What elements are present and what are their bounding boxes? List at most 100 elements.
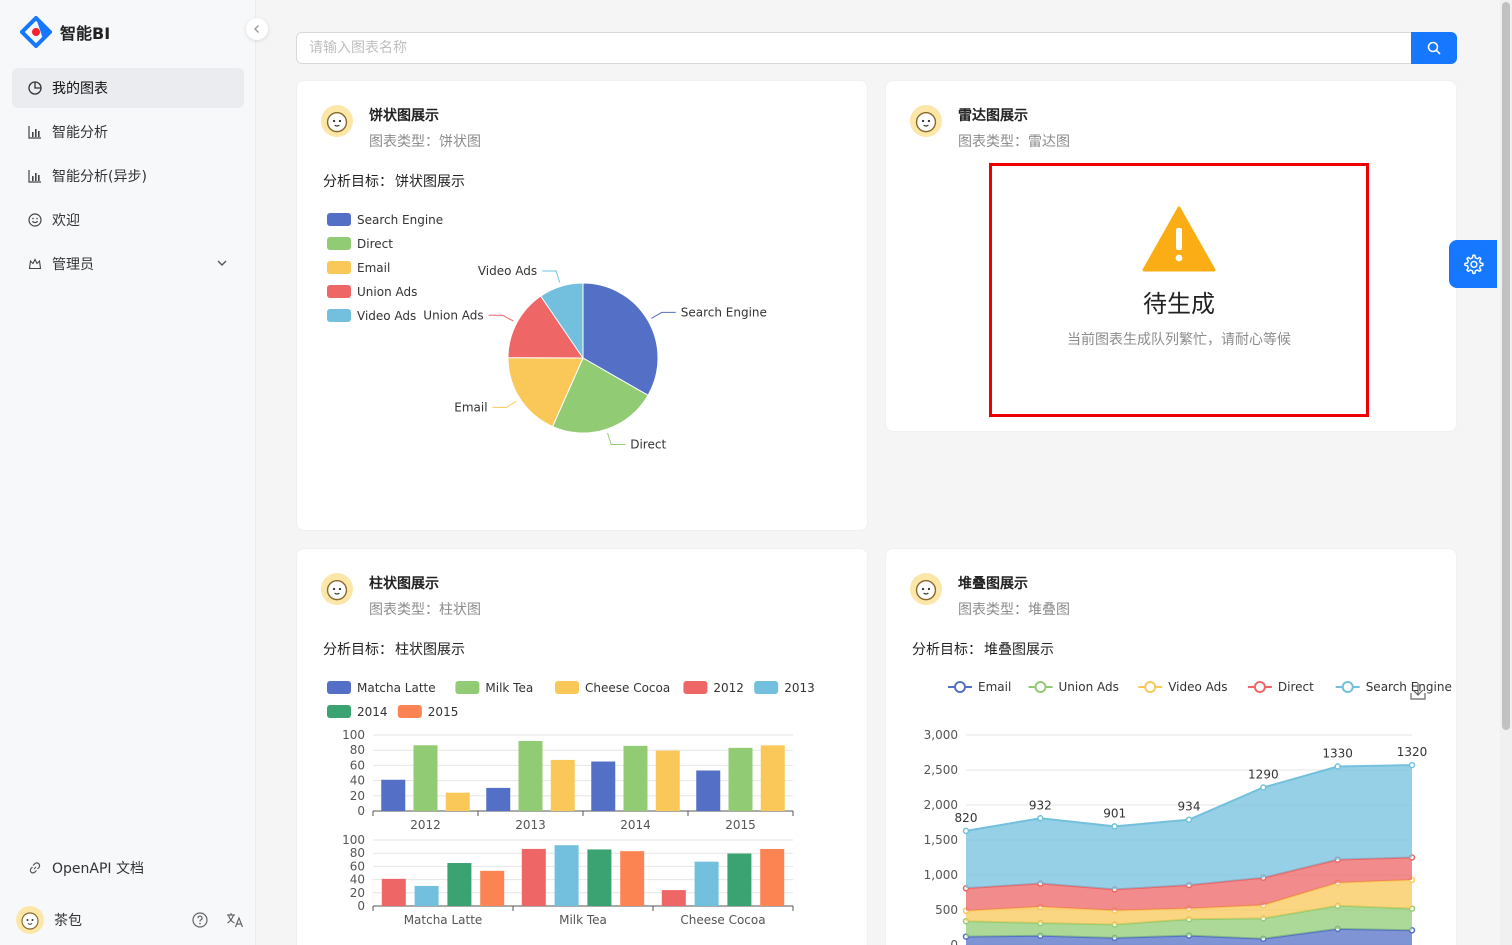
search-input[interactable] [296, 32, 1411, 64]
y-tick-label: 0 [357, 804, 365, 818]
legend-label: 2015 [428, 705, 459, 719]
link-icon [29, 862, 41, 874]
chart-card-radar: 雷达图展示 图表类型：雷达图 待生成 当前图表生成队列繁忙，请耐心等候 [885, 80, 1457, 432]
search-button[interactable] [1411, 32, 1457, 64]
bar [694, 861, 719, 906]
legend-label: 2012 [713, 681, 744, 695]
bar [623, 745, 648, 811]
avatar-icon [21, 912, 39, 930]
collapse-sidebar-button[interactable] [246, 18, 268, 40]
legend-label: Union Ads [1059, 680, 1119, 694]
data-label: 934 [1178, 800, 1201, 814]
pie-chart-icon [28, 81, 42, 95]
sidebar-item-label: 智能分析(异步) [52, 169, 147, 185]
pie-label: Search Engine [681, 305, 767, 319]
x-tick-label: Milk Tea [559, 913, 607, 927]
avatar [910, 105, 942, 137]
bar [381, 779, 406, 811]
brand-logo[interactable]: 智能BI [20, 16, 110, 48]
bar [486, 787, 511, 811]
search-icon [1427, 41, 1441, 55]
bar [413, 745, 438, 811]
pie-label: Direct [630, 438, 666, 452]
legend-swatch [327, 237, 351, 250]
bar [696, 770, 721, 811]
scrollbar-thumb[interactable] [1502, 2, 1510, 730]
bar [760, 848, 785, 906]
user-name[interactable]: 茶包 [54, 910, 82, 930]
y-tick-label: 0 [950, 938, 958, 945]
y-tick-label: 20 [350, 789, 365, 803]
sidebar-item-label: 管理员 [52, 257, 94, 273]
y-tick-label: 0 [357, 899, 365, 913]
legend-marker [1253, 681, 1266, 693]
legend-swatch [327, 213, 351, 226]
sidebar-item-label: 智能分析 [52, 125, 108, 141]
y-tick-label: 80 [350, 846, 365, 860]
legend-label: Search Engine [1366, 680, 1452, 694]
bar [445, 792, 470, 811]
legend-label: Union Ads [357, 285, 417, 299]
page-scrollbar[interactable] [1500, 0, 1512, 945]
x-tick-label: Cheese Cocoa [680, 913, 765, 927]
sidebar-item-welcome[interactable]: 欢迎 [12, 200, 244, 240]
bar [447, 863, 472, 906]
bar-chart-icon [28, 170, 41, 183]
x-tick-label: 2013 [515, 818, 546, 832]
sidebar-item-analysis[interactable]: 智能分析 [12, 112, 244, 152]
x-tick-label: 2014 [620, 818, 651, 832]
y-tick-label: 100 [342, 833, 365, 847]
data-point [962, 827, 970, 835]
bar [381, 878, 406, 906]
help-icon[interactable] [192, 912, 208, 928]
legend-marker [1034, 681, 1047, 693]
side-menu: 我的图表 智能分析 智能分析(异步) 欢迎 管理员 [12, 68, 244, 288]
settings-drawer-button[interactable] [1449, 240, 1497, 288]
chart-card-stacked: 堆叠图展示 图表类型：堆叠图 分析目标： 堆叠图展示 Email Union Ads… [885, 548, 1457, 945]
sidebar-item-admin[interactable]: 管理员 [12, 244, 244, 284]
y-tick-label: 1,000 [924, 868, 958, 882]
bar [587, 849, 612, 906]
smile-icon [28, 213, 42, 227]
sidebar-item-analysis-async[interactable]: 智能分析(异步) [12, 156, 244, 196]
pie-label: Video Ads [478, 264, 537, 278]
data-point [1334, 763, 1341, 770]
y-tick-label: 500 [935, 903, 958, 917]
x-tick-label: 2012 [410, 818, 441, 832]
pie-label: Email [454, 400, 487, 414]
data-label: 1330 [1322, 747, 1353, 761]
legend-swatch [327, 261, 351, 274]
y-tick-label: 40 [350, 873, 365, 887]
y-tick-label: 60 [350, 859, 365, 873]
sidebar-item-my-charts[interactable]: 我的图表 [12, 68, 244, 108]
translate-icon[interactable] [226, 912, 244, 928]
legend-label: 2014 [357, 705, 388, 719]
data-point [1111, 823, 1118, 830]
data-label: 1290 [1248, 768, 1279, 782]
legend-label: Search Engine [357, 213, 443, 227]
avatar[interactable] [16, 906, 44, 934]
legend-swatch [327, 681, 351, 694]
legend-swatch [754, 681, 779, 694]
pie-label-line [488, 314, 514, 322]
bar [655, 750, 680, 811]
app-title: 智能BI [60, 24, 111, 43]
pie-chart: Search Engine Direct Email Union Ads Video A… [327, 213, 767, 452]
openapi-doc-link[interactable]: OpenAPI 文档 [28, 858, 144, 878]
legend-swatch [455, 681, 480, 694]
legend-label: Milk Tea [485, 681, 533, 695]
pie-label-line [542, 270, 561, 283]
pie-label-line [607, 432, 626, 446]
x-tick-label: 2015 [725, 818, 756, 832]
bar [554, 845, 579, 906]
sidebar: 智能BI 我的图表 智能分析 智能分析(异步) 欢迎 管理员 OpenAPI 文… [0, 0, 256, 945]
legend-marker [1144, 681, 1157, 693]
y-tick-label: 20 [350, 886, 365, 900]
card-title: 雷达图展示 [958, 108, 1028, 124]
legend-label: 2013 [784, 681, 815, 695]
legend-swatch [327, 705, 351, 718]
legend-label: Email [357, 261, 390, 275]
data-point [1037, 815, 1044, 822]
bar-chart-icon [28, 126, 41, 139]
data-point [1185, 816, 1193, 823]
